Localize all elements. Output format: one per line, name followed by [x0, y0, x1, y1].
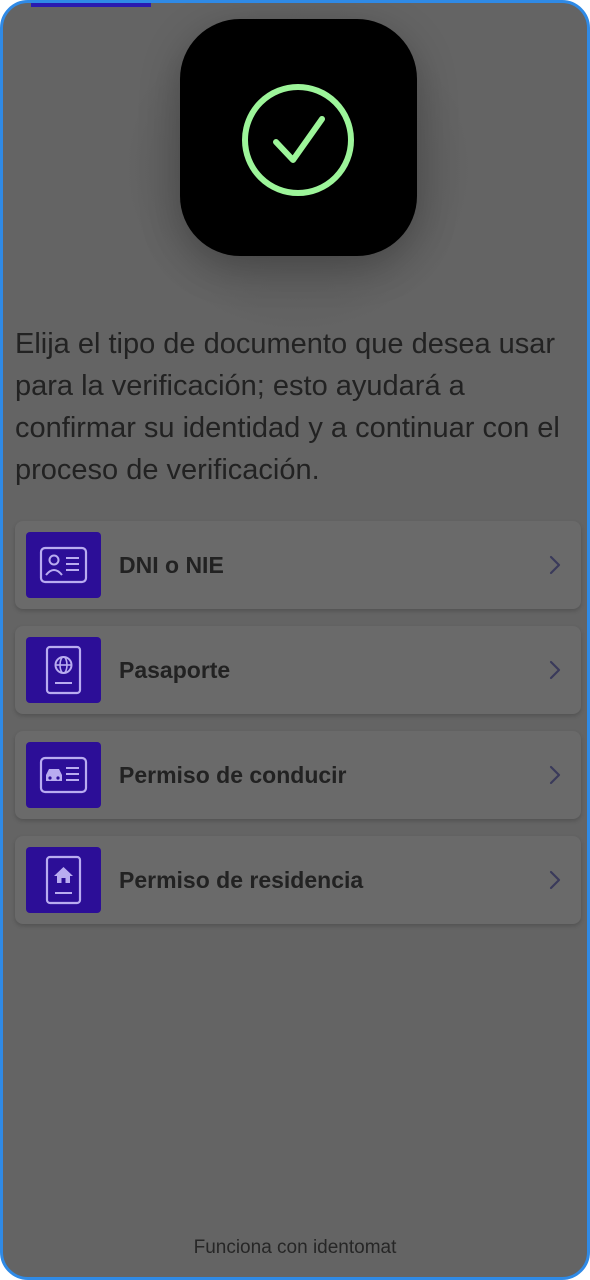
- chevron-right-icon: [549, 555, 561, 575]
- powered-by-footer: Funciona con identomat: [193, 1237, 397, 1258]
- chevron-right-icon: [549, 660, 561, 680]
- app-logo: [180, 19, 417, 256]
- option-label: Permiso de conducir: [119, 762, 347, 788]
- option-dni-nie[interactable]: DNI o NIE: [15, 521, 581, 609]
- option-label: DNI o NIE: [119, 552, 224, 578]
- driving-license-icon: [26, 742, 101, 808]
- option-pasaporte[interactable]: Pasaporte: [15, 626, 581, 714]
- id-card-icon: [26, 532, 101, 598]
- app-frame: Elija el tipo de documento que desea usa…: [0, 0, 590, 1280]
- progress-bar: [31, 3, 151, 7]
- chevron-right-icon: [549, 870, 561, 890]
- option-label: Pasaporte: [119, 657, 231, 683]
- check-circle-icon: [242, 84, 354, 196]
- passport-icon: [26, 637, 101, 703]
- option-permiso-residencia[interactable]: Permiso de residencia: [15, 836, 581, 924]
- intro-text: Elija el tipo de documento que desea usa…: [15, 328, 560, 486]
- option-permiso-conducir[interactable]: Permiso de conducir: [15, 731, 581, 819]
- chevron-right-icon: [549, 765, 561, 785]
- residence-permit-icon: [26, 847, 101, 913]
- document-options-list: DNI o NIE Pasaporte Permiso de conducir …: [15, 521, 581, 941]
- option-label: Permiso de residencia: [119, 867, 364, 893]
